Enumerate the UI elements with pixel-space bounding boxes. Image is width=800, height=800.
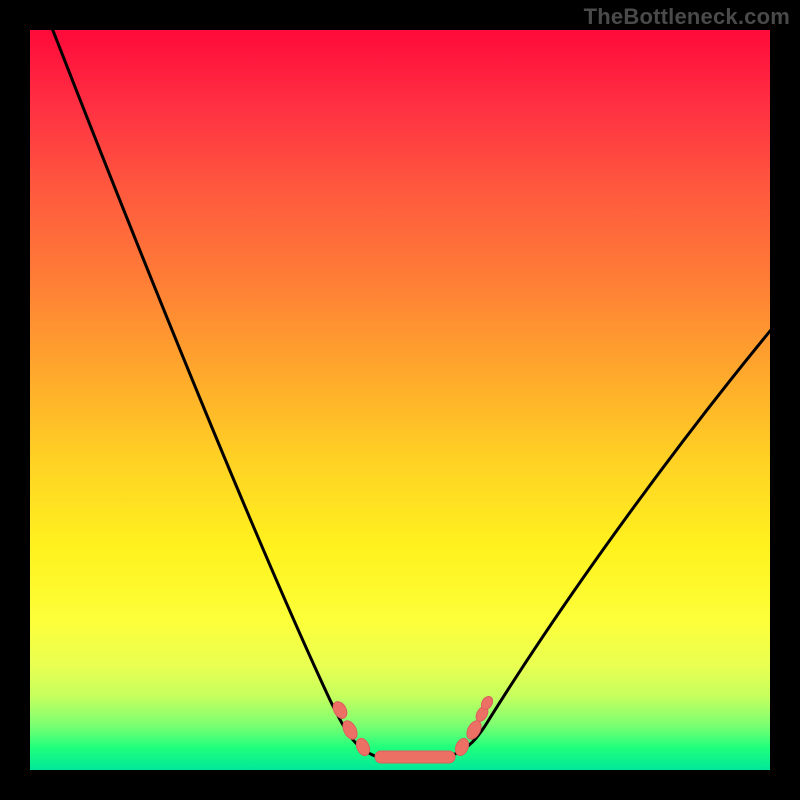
watermark-text: TheBottleneck.com: [584, 4, 790, 30]
marker-valley: [375, 751, 455, 763]
marker-dot: [340, 718, 360, 741]
bottleneck-curve: [45, 30, 770, 756]
marker-dot: [330, 699, 349, 721]
chart-svg: [30, 30, 770, 770]
marker-dot: [464, 718, 484, 741]
chart-frame: TheBottleneck.com: [0, 0, 800, 800]
chart-plot-area: [30, 30, 770, 770]
